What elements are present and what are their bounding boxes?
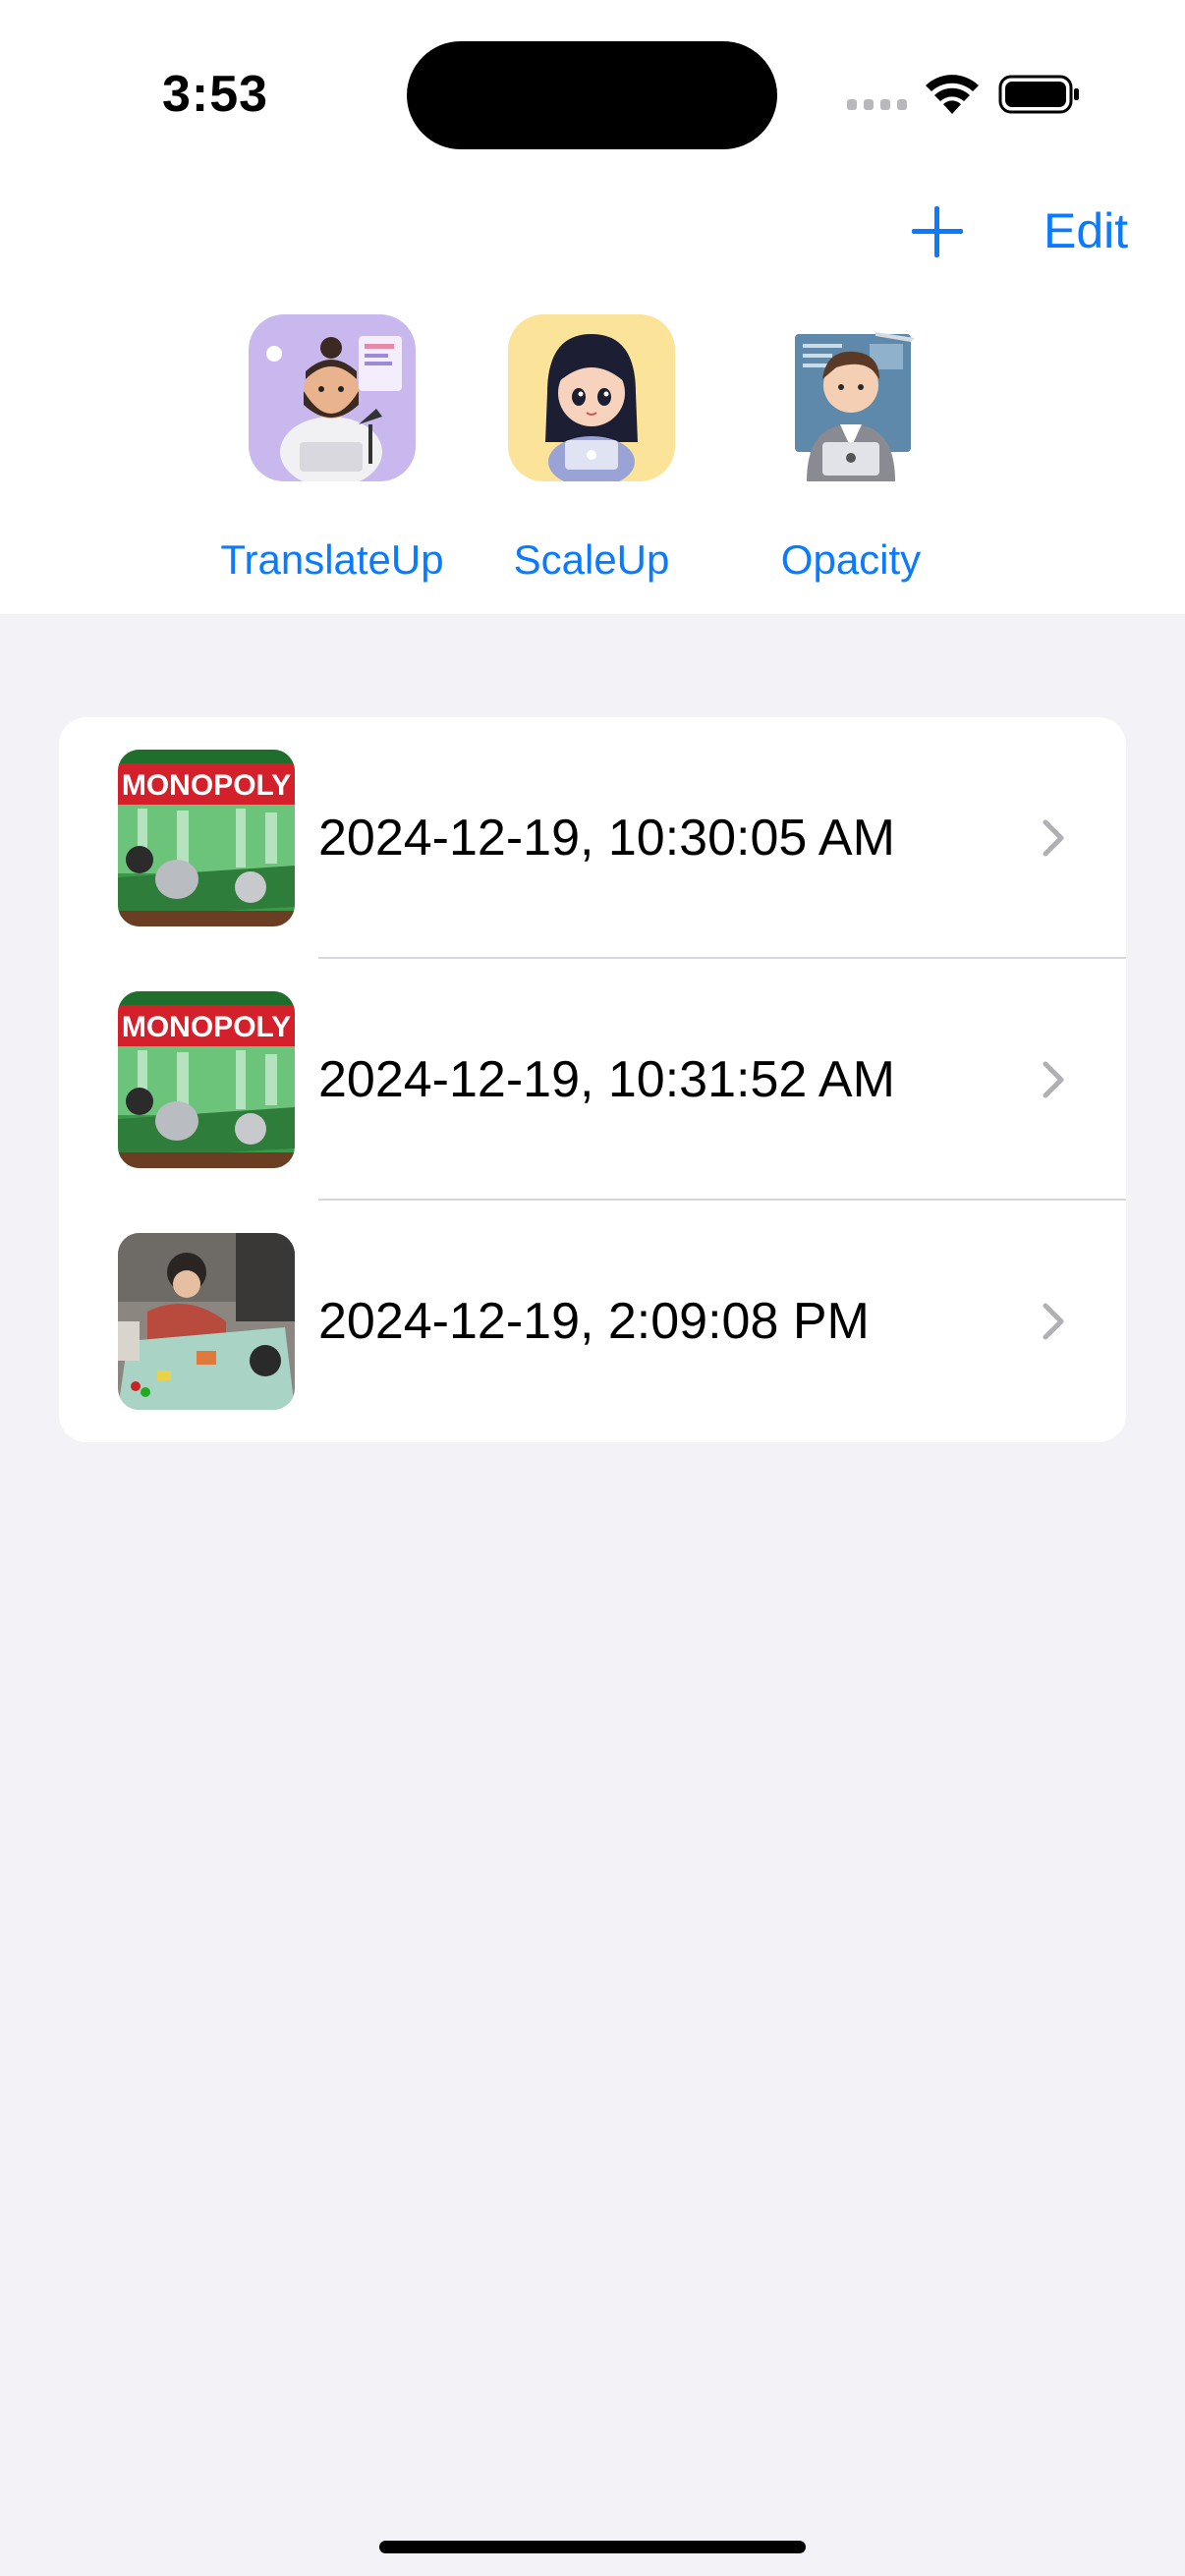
list-item[interactable]: MONOPOLY 2024-12-19, 10:31:52 AM	[59, 959, 1126, 1201]
sticker-scaleup[interactable]: ScaleUp	[474, 314, 709, 584]
developer-woman-avatar-icon	[508, 314, 675, 481]
chevron-right-icon	[1043, 819, 1064, 857]
sticker-opacity[interactable]: Opacity	[733, 314, 969, 584]
svg-text:MONOPOLY: MONOPOLY	[122, 769, 291, 802]
status-time: 3:53	[162, 66, 269, 123]
people-playing-board-game-photo-icon	[118, 1233, 295, 1410]
list-item[interactable]: 2024-12-19, 2:09:08 PM	[59, 1201, 1126, 1442]
home-indicator[interactable]	[379, 2541, 806, 2553]
developer-man-avatar-icon	[249, 314, 416, 481]
list-item[interactable]: MONOPOLY 2024-12-19, 10:30:05 AM	[59, 717, 1126, 959]
plus-icon	[912, 206, 963, 257]
sticker-label: ScaleUp	[513, 536, 670, 583]
list-item-title: 2024-12-19, 10:31:52 AM	[318, 1051, 895, 1108]
sticker-label: TranslateUp	[220, 536, 444, 583]
sticker-translateup[interactable]: TranslateUp	[214, 314, 450, 584]
list-item-title: 2024-12-19, 2:09:08 PM	[318, 1293, 870, 1350]
records-list: MONOPOLY 2024-12-19, 10:30:05 AM MONOPOL…	[59, 717, 1126, 1442]
svg-text:MONOPOLY: MONOPOLY	[122, 1011, 291, 1043]
battery-icon	[998, 75, 1079, 114]
wifi-icon	[926, 75, 979, 114]
cellular-signal-icon	[847, 99, 907, 110]
dynamic-island	[407, 41, 777, 149]
monopoly-box-photo-icon: MONOPOLY	[118, 991, 295, 1168]
add-button[interactable]	[902, 196, 973, 267]
chevron-right-icon	[1043, 1061, 1064, 1098]
chevron-right-icon	[1043, 1303, 1064, 1340]
monopoly-box-photo-icon: MONOPOLY	[118, 750, 295, 926]
edit-button[interactable]: Edit	[1044, 202, 1128, 259]
sticker-label: Opacity	[780, 536, 922, 583]
list-item-title: 2024-12-19, 10:30:05 AM	[318, 810, 895, 867]
developer-boy-avatar-icon	[767, 314, 934, 481]
